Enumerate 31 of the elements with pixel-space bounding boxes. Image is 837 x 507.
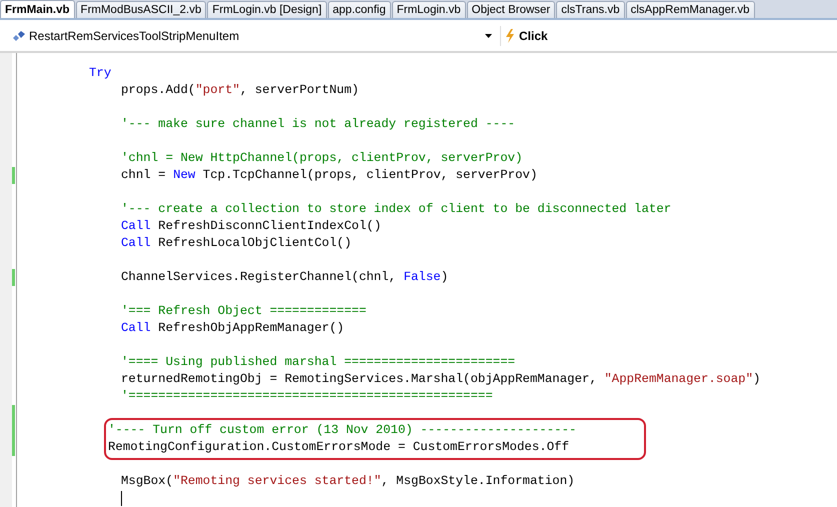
file-tab[interactable]: clsAppRemManager.vb (626, 1, 755, 18)
member-dropdown[interactable]: RestartRemServicesToolStripMenuItem (8, 26, 496, 46)
code-line: '--- create a collection to store index of client to be disconnected later (121, 201, 672, 218)
code-line: chnl = New Tcp.TcpChannel(props, clientProv, serverProv) (121, 167, 538, 184)
event-dropdown[interactable]: Click (500, 26, 837, 46)
file-tab[interactable]: FrmLogin.vb [Design] (207, 1, 327, 18)
code-line: Call RefreshLocalObjClientCol() (121, 235, 352, 252)
code-line: returnedRemotingObj = RemotingServices.Marshal(objAppRemManager, "AppRemManager.soap") (121, 371, 760, 388)
file-tab[interactable]: Object Browser (466, 1, 556, 18)
code-line: '--- make sure channel is not already registered ---- (121, 116, 516, 133)
code-line: 'chnl = New HttpChannel(props, clientProv, serverProv) (121, 150, 523, 167)
code-line: '=== Refresh Object ============= (121, 303, 366, 320)
code-line: Call RefreshObjAppRemManager() (121, 320, 344, 337)
text-cursor (121, 491, 122, 506)
code-line: '================================================= (121, 388, 493, 405)
code-line: MsgBox("Remoting services started!", MsgBoxStyle.Information) (121, 473, 575, 490)
file-tab[interactable]: FrmLogin.vb (392, 1, 466, 18)
code-line: '==== Using published marshal ======================= (121, 354, 516, 371)
code-line: RemotingConfiguration.CustomErrorsMode = CustomErrorsModes.Off (108, 439, 570, 456)
code-line: Try (89, 65, 112, 82)
file-tab[interactable]: FrmMain.vb (0, 0, 75, 18)
code-line: Call RefreshDisconnClientIndexCol() (121, 218, 382, 235)
file-tab[interactable]: clsTrans.vb (556, 1, 625, 18)
file-tab[interactable]: app.config (328, 1, 391, 18)
code-line: props.Add("port", serverPortNum) (121, 82, 359, 99)
code-line: ChannelServices.RegisterChannel(chnl, False) (121, 269, 448, 286)
method-icon (12, 30, 26, 42)
file-tab[interactable]: FrmModBusASCII_2.vb (76, 1, 206, 18)
lightning-icon (505, 28, 515, 42)
code-line: '---- Turn off custom error (13 Nov 2010) --------------------- (108, 422, 576, 439)
dropdown-arrow-icon (485, 34, 492, 38)
